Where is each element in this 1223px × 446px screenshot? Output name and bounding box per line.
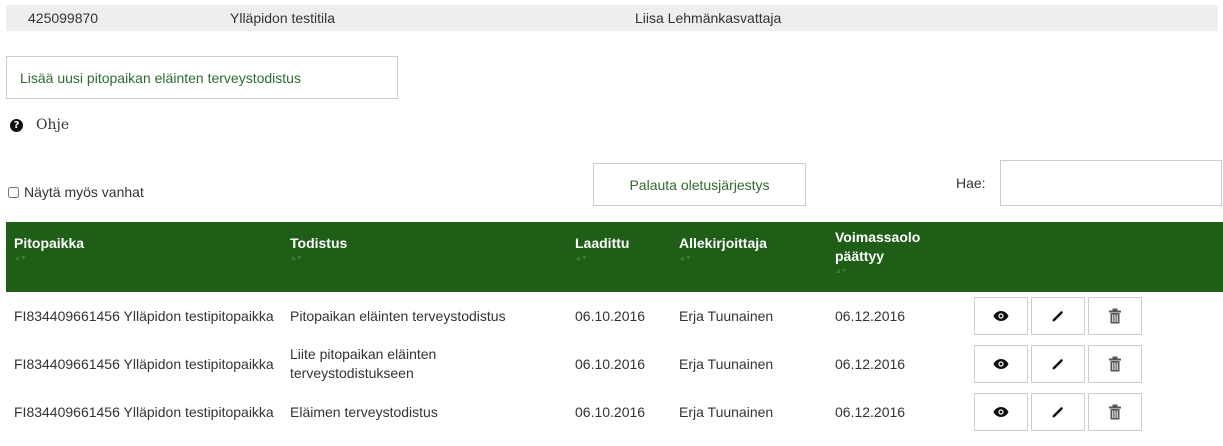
edit-button[interactable] xyxy=(1030,297,1085,335)
question-circle-icon: ? xyxy=(10,118,23,132)
sort-arrows-icon[interactable]: ▲▼ xyxy=(14,255,274,262)
search-input[interactable] xyxy=(1000,160,1222,206)
help-label: Ohje xyxy=(36,117,70,133)
show-old-checkbox[interactable] xyxy=(8,186,19,198)
delete-button[interactable] xyxy=(1087,393,1142,431)
sort-arrows-icon[interactable]: ▲▼ xyxy=(575,255,663,262)
cell-paattyy: 06.12.2016 xyxy=(835,307,906,324)
table-row: FI834409661456 Ylläpidon testipitopaikka… xyxy=(6,340,1223,388)
cell-laadittu: 06.10.2016 xyxy=(575,355,646,372)
sort-arrows-icon[interactable]: ▲▼ xyxy=(290,255,559,262)
cell-laadittu: 06.10.2016 xyxy=(575,403,646,420)
row-actions xyxy=(973,388,1223,436)
cell-todistus: Pitopaikan eläinten terveystodistus xyxy=(290,307,506,324)
cell-pitopaikka: FI834409661456 Ylläpidon testipitopaikka xyxy=(14,307,274,324)
table-row: FI834409661456 Ylläpidon testipitopaikka… xyxy=(6,292,1223,340)
cell-laadittu: 06.10.2016 xyxy=(575,307,646,324)
cell-todistus: Eläimen terveystodistus xyxy=(290,403,438,420)
column-header-allekirjoittaja[interactable]: Allekirjoittaja ▲▼ xyxy=(671,222,827,292)
eye-icon xyxy=(993,359,1009,369)
eye-icon xyxy=(993,311,1009,321)
info-id: 425099870 xyxy=(28,10,99,26)
cell-pitopaikka: FI834409661456 Ylläpidon testipitopaikka xyxy=(14,403,274,420)
eye-icon xyxy=(993,407,1009,417)
view-button[interactable] xyxy=(974,345,1028,383)
view-button[interactable] xyxy=(974,393,1028,431)
show-old-label: Näytä myös vanhat xyxy=(24,184,144,200)
help-link[interactable]: ? Ohje xyxy=(10,117,69,133)
delete-button[interactable] xyxy=(1087,297,1142,335)
cell-allekirjoittaja: Erja Tuunainen xyxy=(679,403,774,420)
pencil-icon xyxy=(1052,359,1063,370)
edit-button[interactable] xyxy=(1030,393,1085,431)
cell-allekirjoittaja: Erja Tuunainen xyxy=(679,355,774,372)
info-farm: Ylläpidon testitila xyxy=(230,10,336,26)
column-header-voimassaolo[interactable]: Voimassaolo päättyy ▲▼ xyxy=(827,222,973,292)
cell-allekirjoittaja: Erja Tuunainen xyxy=(679,307,774,324)
column-header-actions xyxy=(973,222,1223,292)
view-button[interactable] xyxy=(974,297,1028,335)
pencil-icon xyxy=(1052,311,1063,322)
column-header-todistus[interactable]: Todistus ▲▼ xyxy=(282,222,567,292)
edit-button[interactable] xyxy=(1030,345,1085,383)
add-certificate-button[interactable]: Lisää uusi pitopaikan eläinten terveysto… xyxy=(6,56,398,99)
search-label: Hae: xyxy=(956,175,986,191)
show-old-toggle[interactable]: Näytä myös vanhat xyxy=(8,184,144,200)
cell-paattyy: 06.12.2016 xyxy=(835,403,906,420)
reset-order-button[interactable]: Palauta oletusjärjestys xyxy=(593,163,806,206)
column-header-pitopaikka[interactable]: Pitopaikka ▲▼ xyxy=(6,222,282,292)
pencil-icon xyxy=(1052,407,1063,418)
trash-icon xyxy=(1108,404,1121,420)
column-header-laadittu[interactable]: Laadittu ▲▼ xyxy=(567,222,671,292)
sort-arrows-icon[interactable]: ▲▼ xyxy=(835,268,965,275)
cell-paattyy: 06.12.2016 xyxy=(835,355,906,372)
table-row: FI834409661456 Ylläpidon testipitopaikka… xyxy=(6,388,1223,436)
info-person: Liisa Lehmänkasvattaja xyxy=(635,10,782,26)
certificates-table: Pitopaikka ▲▼ Todistus ▲▼ Laadittu ▲▼ Allek… xyxy=(6,222,1223,436)
row-actions xyxy=(973,292,1223,340)
trash-icon xyxy=(1108,308,1121,324)
cell-pitopaikka: FI834409661456 Ylläpidon testipitopaikka xyxy=(14,355,274,372)
info-bar: 425099870 Ylläpidon testitila Liisa Lehm… xyxy=(6,5,1218,31)
table-header-row: Pitopaikka ▲▼ Todistus ▲▼ Laadittu ▲▼ Allek… xyxy=(6,222,1223,292)
sort-arrows-icon[interactable]: ▲▼ xyxy=(679,255,819,262)
cell-todistus: Liite pitopaikan eläinten terveystodistu… xyxy=(290,346,437,381)
row-actions xyxy=(973,340,1223,388)
delete-button[interactable] xyxy=(1087,345,1142,383)
trash-icon xyxy=(1108,356,1121,372)
